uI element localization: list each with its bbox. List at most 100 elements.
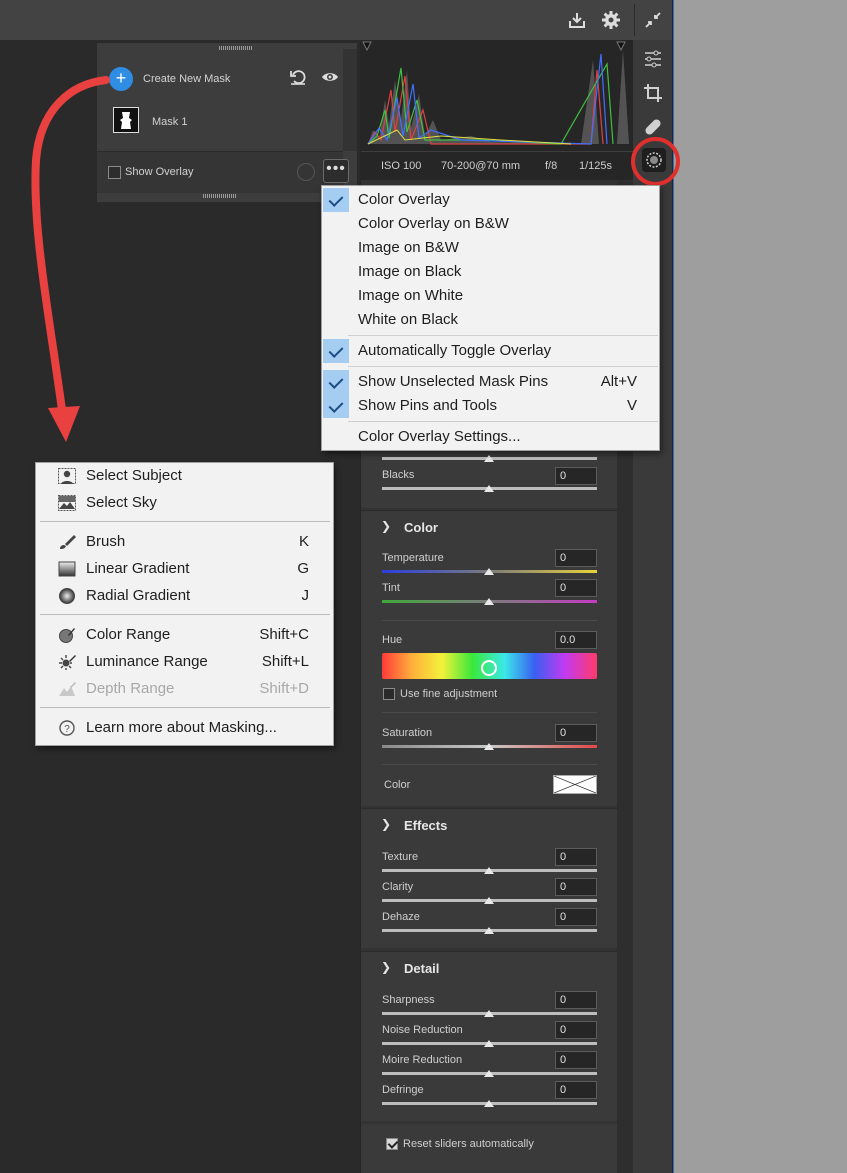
menu-item-auto-toggle-overlay[interactable]: Automatically Toggle Overlay	[322, 339, 659, 363]
menu-item-image-on-black[interactable]: Image on Black	[322, 260, 659, 284]
menu-item-show-pins-tools[interactable]: Show Pins and Tools V	[322, 394, 659, 418]
menu-item-brush[interactable]: Brush K	[36, 529, 333, 555]
moire-reduction-slider-thumb[interactable]	[484, 1070, 494, 1077]
blacks-value[interactable]: 0	[555, 467, 597, 485]
create-new-mask-button[interactable]: +	[109, 67, 133, 91]
blacks-slider-thumb[interactable]	[484, 485, 494, 492]
moire-reduction-label: Moire Reduction	[382, 1054, 463, 1066]
show-overlay-checkbox[interactable]	[108, 166, 121, 179]
color-range-icon	[59, 628, 75, 643]
whites-slider-thumb[interactable]	[484, 455, 494, 462]
luminance-range-icon	[59, 655, 76, 670]
top-toolbar	[0, 0, 672, 40]
texture-slider-thumb[interactable]	[484, 867, 494, 874]
healing-icon[interactable]	[642, 116, 664, 138]
hue-slider-knob[interactable]	[481, 660, 497, 676]
menu-item-overlay-settings[interactable]: Color Overlay Settings...	[322, 425, 659, 449]
clarity-label: Clarity	[382, 881, 414, 893]
divider	[382, 764, 597, 765]
moire-reduction-value[interactable]: 0	[555, 1051, 597, 1069]
texture-value[interactable]: 0	[555, 848, 597, 866]
menu-item-show-unselected-pins[interactable]: Show Unselected Mask Pins Alt+V	[322, 370, 659, 394]
menu-item-radial-gradient[interactable]: Radial Gradient J	[36, 583, 333, 609]
clarity-value[interactable]: 0	[555, 878, 597, 896]
menu-item-select-subject[interactable]: Select Subject	[36, 463, 333, 489]
panel-grip-bottom[interactable]	[203, 194, 237, 198]
fine-adjust-checkbox[interactable]	[383, 688, 395, 700]
color-section-header[interactable]: ❯ Color	[361, 510, 617, 544]
brush-icon	[60, 535, 76, 549]
clarity-slider-thumb[interactable]	[484, 897, 494, 904]
shortcut-text: K	[298, 533, 309, 550]
panel-grip[interactable]	[219, 46, 253, 50]
create-new-mask-label[interactable]: Create New Mask	[143, 73, 230, 85]
divider	[382, 620, 597, 621]
menu-item-white-on-black[interactable]: White on Black	[322, 308, 659, 332]
defringe-value[interactable]: 0	[555, 1081, 597, 1099]
noise-reduction-label: Noise Reduction	[382, 1024, 463, 1036]
mask-tools-menu: Select Subject Select Sky Brush K Linear…	[35, 462, 334, 746]
gear-icon[interactable]	[601, 10, 621, 30]
saturation-label: Saturation	[382, 727, 433, 739]
edit-sliders-icon[interactable]	[642, 48, 664, 70]
menu-item-linear-gradient[interactable]: Linear Gradient G	[36, 556, 333, 582]
collapse-icon[interactable]	[643, 10, 663, 30]
sharpness-slider-thumb[interactable]	[484, 1010, 494, 1017]
defringe-slider-thumb[interactable]	[484, 1100, 494, 1107]
noise-reduction-value[interactable]: 0	[555, 1021, 597, 1039]
menu-item-luminance-range[interactable]: Luminance Range Shift+L	[36, 649, 333, 675]
masks-scrollbar[interactable]	[343, 49, 357, 151]
check-icon	[323, 188, 349, 212]
tint-value[interactable]: 0	[555, 579, 597, 597]
effects-section-header[interactable]: ❯ Effects	[361, 808, 617, 842]
dehaze-slider-thumb[interactable]	[484, 927, 494, 934]
saturation-slider-thumb[interactable]	[484, 743, 494, 750]
crop-icon[interactable]	[642, 82, 664, 104]
more-options-button[interactable]: •••	[323, 159, 349, 183]
noise-reduction-slider-thumb[interactable]	[484, 1040, 494, 1047]
menu-item-color-overlay[interactable]: Color Overlay	[322, 188, 659, 212]
mask1-thumbnail[interactable]	[113, 107, 139, 133]
toolbar-divider	[634, 4, 635, 36]
sky-icon	[58, 495, 76, 511]
menu-item-image-on-bw[interactable]: Image on B&W	[322, 236, 659, 260]
temperature-value[interactable]: 0	[555, 549, 597, 567]
shortcut-text: J	[301, 587, 310, 604]
shutter-value: 1/125s	[579, 160, 613, 172]
highlight-circle	[631, 137, 680, 186]
temperature-slider-thumb[interactable]	[484, 568, 494, 575]
help-icon: ?	[59, 720, 75, 736]
check-icon	[323, 339, 349, 363]
dehaze-label: Dehaze	[382, 911, 420, 923]
menu-item-color-range[interactable]: Color Range Shift+C	[36, 622, 333, 648]
menu-item-select-sky[interactable]: Select Sky	[36, 490, 333, 516]
color-swatch[interactable]	[553, 775, 597, 794]
tint-slider-thumb[interactable]	[484, 598, 494, 605]
shortcut-text: V	[626, 397, 637, 414]
menu-item-learn-more[interactable]: ? Learn more about Masking...	[36, 715, 333, 741]
hue-label: Hue	[382, 634, 403, 646]
svg-text:?: ?	[64, 724, 70, 735]
hue-value[interactable]: 0.0	[555, 631, 597, 649]
menu-item-depth-range: Depth Range Shift+D	[36, 676, 333, 702]
mask1-label[interactable]: Mask 1	[152, 116, 187, 128]
overlay-color-indicator[interactable]	[297, 163, 315, 181]
shortcut-text: Shift+C	[259, 626, 309, 643]
detail-section-header[interactable]: ❯ Detail	[361, 951, 617, 985]
check-icon	[323, 370, 349, 394]
export-icon[interactable]	[567, 10, 587, 30]
reset-sliders-checkbox[interactable]	[386, 1138, 398, 1150]
menu-item-image-on-white[interactable]: Image on White	[322, 284, 659, 308]
menu-item-color-overlay-bw[interactable]: Color Overlay on B&W	[322, 212, 659, 236]
sharpness-value[interactable]: 0	[555, 991, 597, 1009]
eye-icon[interactable]	[321, 70, 339, 84]
reset-sliders-label: Reset sliders automatically	[403, 1138, 534, 1150]
effects-section-title: Effects	[404, 818, 448, 833]
radial-gradient-icon	[59, 588, 75, 604]
menu-separator	[348, 421, 658, 422]
sharpness-label: Sharpness	[382, 994, 435, 1006]
dehaze-value[interactable]: 0	[555, 908, 597, 926]
undo-icon[interactable]	[289, 69, 307, 85]
saturation-value[interactable]: 0	[555, 724, 597, 742]
chevron-down-icon: ❯	[381, 519, 392, 533]
